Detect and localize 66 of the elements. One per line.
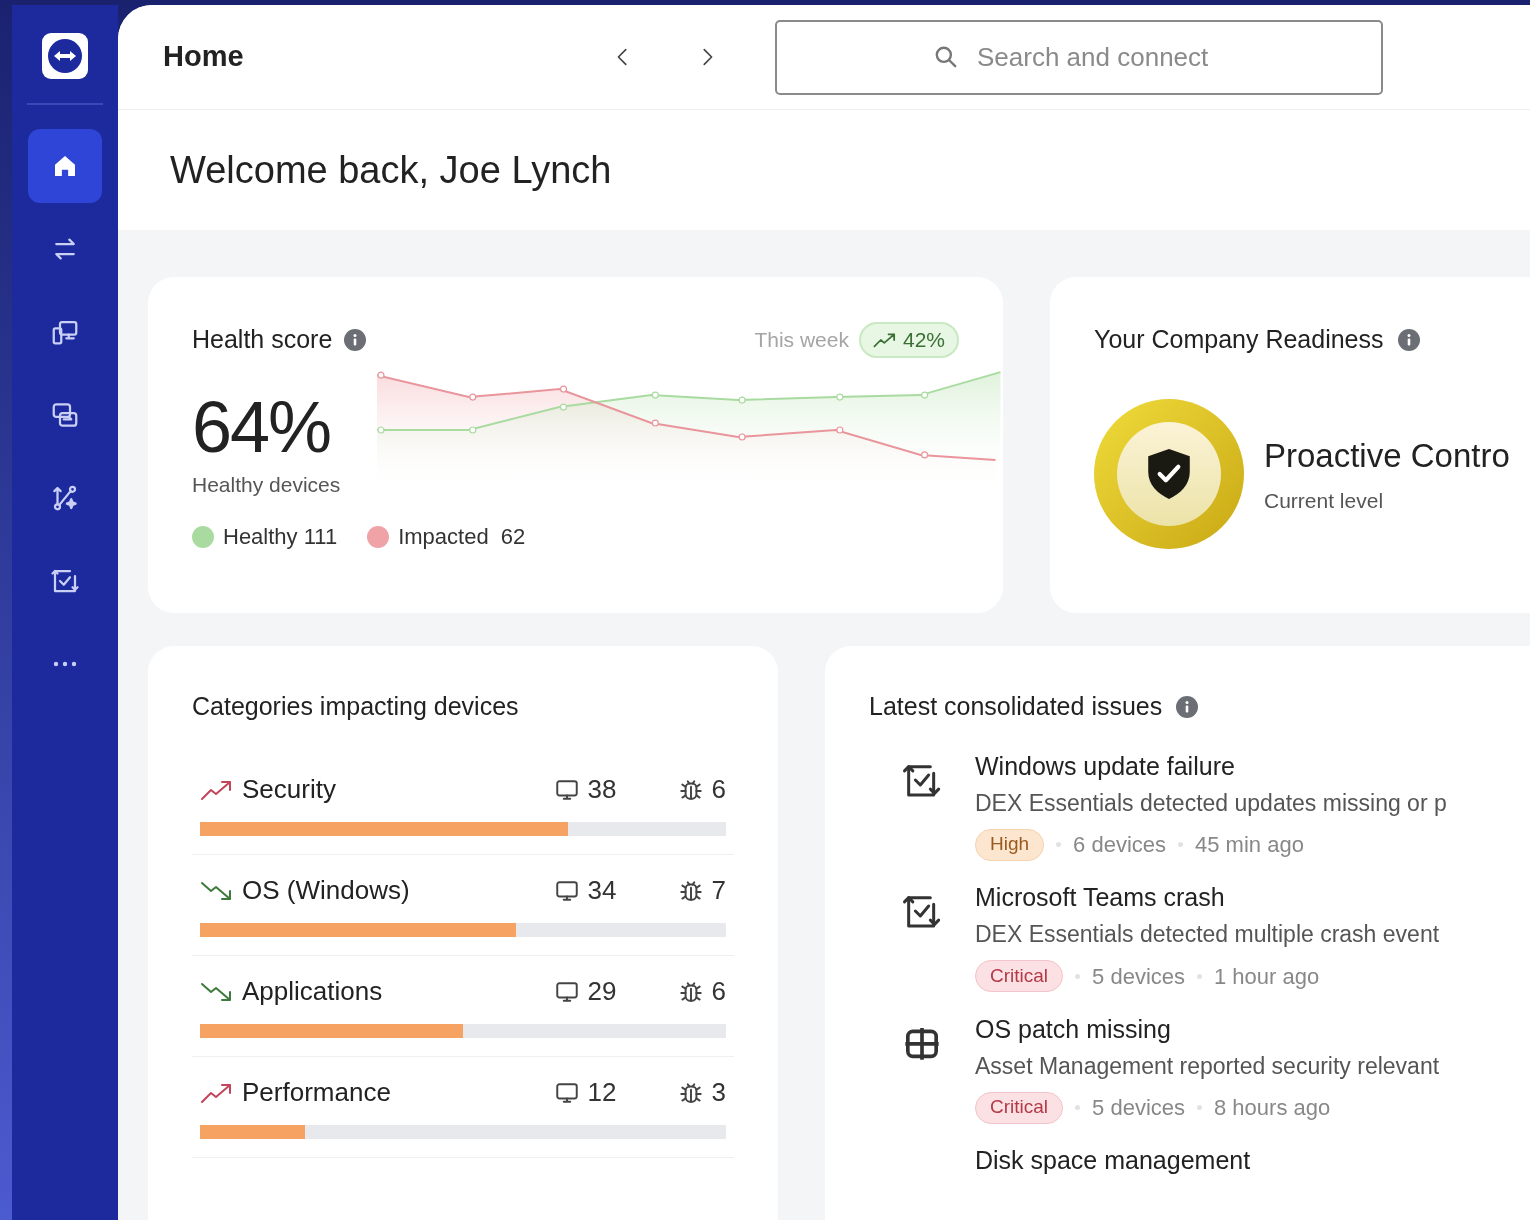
trend-up-icon <box>872 330 897 349</box>
card-title: Your Company Readiness <box>1094 324 1384 355</box>
impacted-point <box>376 371 385 379</box>
healthy-point <box>738 395 746 404</box>
change-badge: 42% <box>858 321 959 358</box>
issue-count: 3 <box>711 1076 726 1109</box>
healthy-point <box>468 425 476 434</box>
legend-label: Healthy 111 <box>223 523 338 551</box>
device-count: 38 <box>587 773 618 806</box>
legend-label: Impacted 62 <box>398 523 526 551</box>
healthy-point <box>651 391 659 399</box>
readiness-caption: Current level <box>1264 487 1385 514</box>
issue-time: 1 hour ago <box>1214 962 1320 991</box>
impacted-point <box>738 432 746 441</box>
issue-time: 8 hours ago <box>1214 1094 1331 1122</box>
category-name: OS (Windows) <box>242 874 410 907</box>
issue-title: Disk space management <box>975 1145 1251 1176</box>
healthy-point <box>920 391 928 399</box>
welcome-heading: Welcome back, Joe Lynch <box>170 147 612 193</box>
info-icon <box>1176 695 1199 718</box>
issue-description: DEX Essentials detected multiple crash event <box>975 920 1440 949</box>
device-count: 34 <box>587 874 618 907</box>
issue-title: OS patch missing <box>975 1013 1172 1045</box>
healthy-point <box>376 425 385 434</box>
device-count: 5 devices <box>1092 1094 1185 1122</box>
more-dots-icon <box>52 660 78 668</box>
severity-tag: High <box>975 828 1045 861</box>
card-title: Categories impacting devices <box>192 691 520 722</box>
healthy-point <box>835 393 843 401</box>
health-caption: Healthy devices <box>192 471 342 498</box>
issue-count: 6 <box>711 975 726 1008</box>
category-name: Applications <box>242 975 383 1008</box>
card-title: Health score <box>192 324 333 355</box>
issue-title: Windows update failure <box>975 750 1236 782</box>
issue-description: DEX Essentials detected updates missing or p <box>975 788 1447 818</box>
impacted-point <box>835 425 843 434</box>
device-count: 5 devices <box>1092 962 1185 991</box>
sidebar-nav-item[interactable] <box>28 129 102 203</box>
impacted-point <box>468 393 476 401</box>
path-sparkle-icon <box>50 483 80 513</box>
info-icon <box>344 328 367 351</box>
healthy-point <box>559 402 567 411</box>
impacted-point <box>920 450 928 459</box>
period-label: This week <box>754 327 849 353</box>
issue-count: 7 <box>711 874 726 907</box>
search-field[interactable]: Search and connect <box>775 19 1383 95</box>
issue-count: 6 <box>711 773 726 806</box>
severity-tag: Critical <box>975 960 1064 992</box>
device-count: 6 devices <box>1073 831 1167 859</box>
impacted-point <box>559 385 567 393</box>
readiness-level: Proactive Contro <box>1264 436 1510 476</box>
issue-time: 45 min ago <box>1195 831 1304 859</box>
category-name: Security <box>242 773 336 806</box>
page-title: Home <box>163 39 245 75</box>
app-logo-icon <box>42 33 88 79</box>
card-title: Latest consolidated issues <box>869 691 1163 722</box>
device-count: 12 <box>587 1076 618 1109</box>
category-name: Performance <box>242 1076 391 1109</box>
issue-title: Microsoft Teams crash <box>975 882 1226 913</box>
health-percentage: 64% <box>192 386 332 467</box>
screens-icon <box>50 400 80 430</box>
device-count: 29 <box>587 975 618 1008</box>
info-icon <box>1397 328 1420 351</box>
impacted-point <box>651 418 659 427</box>
issue-description: Asset Management reported security relevant <box>975 1051 1440 1081</box>
severity-tag: Critical <box>975 1091 1064 1124</box>
